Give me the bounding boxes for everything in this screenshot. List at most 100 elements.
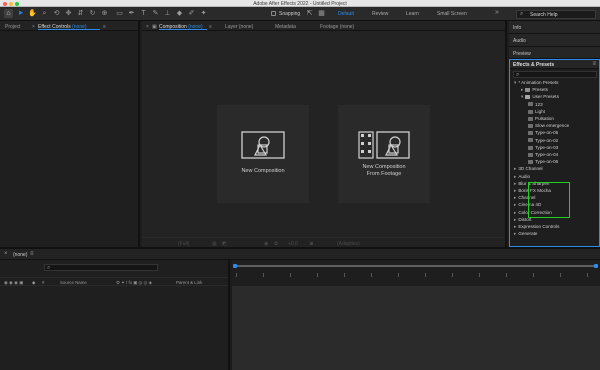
workspace-default[interactable]: Default: [338, 11, 354, 17]
color-icon[interactable]: ✿: [274, 241, 278, 247]
pen-tool-icon[interactable]: ✒: [127, 9, 136, 18]
anchor-point-tool-icon[interactable]: ⊕: [100, 9, 109, 18]
snapshot-icon[interactable]: ◙: [310, 241, 313, 247]
effects-tree-item[interactable]: Light: [528, 109, 545, 115]
rotation-tool-icon[interactable]: ↻: [88, 9, 97, 18]
dolly-tool-icon[interactable]: ⇵: [76, 9, 85, 18]
workspace-review[interactable]: Review: [372, 11, 388, 17]
workspace-small-screen[interactable]: Small Screen: [437, 11, 467, 17]
brush-tool-icon[interactable]: ✎: [151, 9, 160, 18]
tab-layer[interactable]: Layer (none): [225, 24, 253, 30]
chevron-right-icon[interactable]: ▸: [514, 181, 516, 186]
workspace-learn[interactable]: Learn: [406, 11, 419, 17]
effects-tree-item[interactable]: Pulsation: [528, 116, 554, 122]
number-column-icon[interactable]: #: [42, 280, 44, 285]
type-tool-icon[interactable]: T: [139, 9, 148, 18]
home-icon[interactable]: ⌂: [4, 9, 13, 18]
exposure-value[interactable]: +0.0: [288, 241, 298, 247]
tab-metadata[interactable]: Metadata: [275, 24, 296, 30]
clone-stamp-tool-icon[interactable]: ⊥: [163, 9, 172, 18]
chevron-right-icon[interactable]: ▸: [514, 210, 516, 215]
puppet-pin-tool-icon[interactable]: ✦: [199, 9, 208, 18]
timeline-tab-label[interactable]: (none): [13, 252, 27, 258]
audio-panel-header[interactable]: Audio: [509, 34, 600, 47]
label-column-icon[interactable]: ◆: [32, 280, 35, 286]
snap-edges-icon[interactable]: ▦: [317, 9, 326, 18]
effects-tree-item[interactable]: ▾ User Presets: [521, 94, 559, 100]
chevron-right-icon[interactable]: ▸: [514, 202, 516, 207]
eraser-tool-icon[interactable]: ◆: [175, 9, 184, 18]
chevron-down-icon[interactable]: ▾: [521, 94, 523, 99]
chevron-right-icon[interactable]: ▸: [514, 174, 516, 179]
effects-tree-item[interactable]: ▾ * Animation Presets: [514, 80, 558, 86]
tab-close-icon[interactable]: ×: [146, 24, 149, 30]
chevron-right-icon[interactable]: ▸: [521, 87, 523, 92]
tab-close-icon[interactable]: ×: [4, 251, 8, 257]
mask-icon[interactable]: ◩: [222, 241, 227, 247]
work-area-end-handle[interactable]: [594, 264, 598, 268]
effects-tree-item-label: Slow emergence: [535, 123, 570, 129]
tab-project[interactable]: Project: [5, 24, 21, 30]
time-ruler[interactable]: [232, 260, 600, 286]
selection-tool-icon[interactable]: ➤: [16, 9, 25, 18]
search-help-field[interactable]: ⌕ Search Help: [516, 9, 596, 19]
source-name-column[interactable]: Source Name: [60, 280, 87, 285]
snap-options-icon[interactable]: ⇱: [305, 9, 314, 18]
workspace-overflow-icon[interactable]: »: [495, 9, 499, 16]
effects-tree-item[interactable]: ▸ Audio: [514, 174, 530, 180]
renderer-dropdown[interactable]: (Adaptive): [337, 241, 360, 247]
effects-tree-item-label: Expression Controls: [518, 224, 560, 229]
effects-tree-item[interactable]: ▸ 3D Channel: [514, 166, 543, 172]
new-composition-from-footage-button[interactable]: New Composition From Footage: [338, 105, 430, 203]
tab-footage[interactable]: Footage (none): [320, 24, 354, 30]
ruler-tick: [371, 273, 372, 277]
chevron-down-icon[interactable]: ▾: [514, 80, 516, 85]
effects-presets-title: Effects & Presets: [513, 62, 555, 68]
new-composition-button[interactable]: New Composition: [217, 105, 309, 203]
tab-close-icon[interactable]: ×: [32, 24, 35, 30]
grid-icon[interactable]: ▦: [212, 241, 217, 247]
timeline-graph-area[interactable]: [232, 260, 600, 370]
effects-tree-item[interactable]: ▸ Generate: [514, 231, 537, 237]
work-area-bar[interactable]: [233, 264, 598, 268]
panel-menu-icon[interactable]: ≡: [103, 24, 106, 30]
pan-tool-icon[interactable]: ✥: [64, 9, 73, 18]
effects-search-input[interactable]: ⌕: [513, 71, 597, 78]
effects-tree-item[interactable]: 123: [528, 102, 543, 108]
effects-tree-item[interactable]: Type-on-04: [528, 152, 558, 158]
resolution-dropdown[interactable]: (Full): [178, 241, 189, 247]
orbit-tool-icon[interactable]: ⟲: [52, 9, 61, 18]
panel-menu-icon[interactable]: ≡: [209, 24, 212, 30]
rectangle-tool-icon[interactable]: ▭: [115, 9, 124, 18]
av-switch-icons[interactable]: ◉ ◉ ◉ ▣: [4, 280, 23, 286]
chevron-right-icon[interactable]: ▸: [514, 224, 516, 229]
chevron-right-icon[interactable]: ▸: [514, 231, 516, 236]
hand-tool-icon[interactable]: ✋: [28, 9, 37, 18]
effects-tree-item[interactable]: Type-on-05: [528, 130, 558, 136]
effects-tree-item[interactable]: Type-on-06: [528, 159, 558, 165]
effects-tree-item[interactable]: Type-on-02: [528, 138, 558, 144]
roto-brush-tool-icon[interactable]: ✐: [187, 9, 196, 18]
parent-link-column[interactable]: Parent & Link: [176, 280, 202, 285]
preview-panel-header[interactable]: Preview: [509, 47, 600, 59]
effects-tree-item[interactable]: Slow emergence: [528, 123, 569, 129]
chevron-right-icon[interactable]: ▸: [514, 188, 516, 193]
panel-menu-icon[interactable]: ≡: [592, 61, 596, 67]
work-area-start-handle[interactable]: [233, 264, 237, 268]
snapping-checkbox[interactable]: [271, 11, 276, 16]
timeline-track-area[interactable]: [232, 286, 600, 370]
effects-tree-item[interactable]: Type-on-03: [528, 145, 558, 151]
preset-icon: [528, 145, 533, 150]
timeline-search-input[interactable]: ⌕: [44, 264, 158, 271]
info-panel-header[interactable]: Info: [509, 21, 600, 34]
camera-icon[interactable]: ◉: [264, 241, 268, 247]
effects-tree-item[interactable]: ▸ Presets: [521, 87, 548, 93]
chevron-right-icon[interactable]: ▸: [514, 217, 516, 222]
effects-tree-item[interactable]: ▸ Expression Controls: [514, 224, 559, 230]
layer-switches-icons[interactable]: ⚙ ✦ \ fx ▣ ◎ ◎ ◈: [116, 280, 152, 286]
comp-lock-icon[interactable]: ▣: [152, 24, 157, 30]
chevron-right-icon[interactable]: ▸: [514, 166, 516, 171]
chevron-right-icon[interactable]: ▸: [514, 195, 516, 200]
zoom-tool-icon[interactable]: ⌕: [40, 9, 49, 18]
panel-menu-icon[interactable]: ≡: [30, 251, 34, 257]
